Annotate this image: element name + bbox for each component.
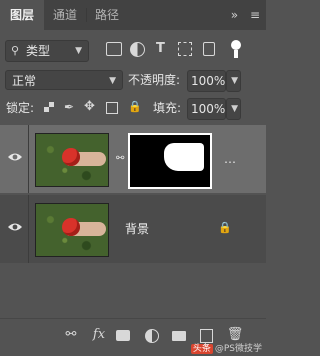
filter-row: ⚲ 类型 ▼ T — [0, 38, 266, 62]
shape-layer-filter-icon[interactable] — [178, 42, 192, 56]
layer-more-icon[interactable]: … — [224, 149, 236, 169]
opacity-input[interactable]: 100% — [187, 70, 226, 92]
tab-channels[interactable]: 通道 — [44, 0, 86, 30]
watermark-handle: @PS微技学 — [214, 344, 262, 354]
watermark: 头条 @PS微技学 — [190, 341, 262, 354]
new-group-icon[interactable] — [172, 331, 186, 341]
apple-image — [62, 218, 80, 236]
trash-icon[interactable]: 🗑 — [226, 327, 244, 342]
fill-input[interactable]: 100% — [187, 98, 226, 120]
layer-row-masked[interactable]: ⚯ … — [0, 125, 266, 193]
layers-panel: 图层 通道 路径 » ≡ ⚲ 类型 ▼ T 正常 ▼ 不透明度: 100% ▼ … — [0, 0, 266, 356]
chevron-down-icon: ▼ — [75, 46, 82, 56]
filter-toggle-stem — [234, 50, 238, 58]
visibility-eye-icon[interactable] — [7, 151, 23, 163]
opacity-dropdown-button[interactable]: ▼ — [226, 70, 241, 92]
chevron-down-icon: ▼ — [109, 76, 116, 86]
lock-row: 锁定: ✒ ✥ 🔒 填充: 100% ▼ — [0, 96, 266, 120]
add-mask-icon[interactable] — [116, 330, 130, 341]
pixel-layer-filter-icon[interactable] — [106, 42, 122, 56]
opacity-label: 不透明度: — [128, 73, 181, 87]
tab-layers[interactable]: 图层 — [0, 0, 44, 30]
opacity-value: 100% — [191, 74, 226, 88]
blend-mode-select[interactable]: 正常 ▼ — [5, 70, 123, 90]
fill-label: 填充: — [153, 101, 182, 115]
fill-value: 100% — [191, 102, 226, 116]
smart-object-filter-icon[interactable] — [203, 42, 215, 56]
layer-thumbnail[interactable] — [35, 203, 109, 257]
lock-position-icon[interactable]: ✥ — [84, 98, 95, 116]
lock-transparent-pixels-icon[interactable] — [44, 102, 54, 112]
mask-link-icon[interactable]: ⚯ — [116, 153, 124, 164]
adjustment-layer-filter-icon[interactable] — [130, 42, 145, 57]
filter-kind-select[interactable]: ⚲ 类型 ▼ — [5, 40, 89, 62]
mask-white-shape-wrist — [178, 161, 200, 171]
type-layer-filter-icon[interactable]: T — [156, 40, 165, 58]
layers-list: ⚯ … 背景 🔒 — [0, 122, 266, 318]
filter-toggle-icon[interactable] — [231, 40, 241, 50]
blend-row: 正常 ▼ 不透明度: 100% ▼ — [0, 68, 266, 92]
tabbar-controls: » ≡ — [223, 0, 260, 30]
prevent-auto-nesting-icon[interactable] — [106, 102, 118, 114]
blend-mode-value: 正常 — [12, 74, 37, 88]
adjustment-layer-icon[interactable] — [145, 329, 159, 343]
visibility-divider — [28, 195, 29, 263]
watermark-brand: 头条 — [190, 344, 213, 354]
fx-icon[interactable]: fx — [90, 327, 108, 342]
link-layers-icon[interactable]: ⚯ — [62, 327, 80, 342]
layer-name[interactable]: 背景 — [125, 219, 149, 239]
chevron-down-icon: ▼ — [231, 104, 238, 114]
tab-paths[interactable]: 路径 — [87, 0, 127, 30]
lock-all-icon[interactable]: 🔒 — [128, 98, 142, 116]
filter-kind-label: 类型 — [26, 44, 51, 58]
layer-mask-thumbnail[interactable] — [128, 133, 212, 189]
layer-lock-icon[interactable]: 🔒 — [218, 221, 232, 234]
layers-bottom-toolbar: ⚯ fx 🗑 头条 @PS微技学 — [0, 318, 266, 356]
lock-label: 锁定: — [6, 101, 35, 115]
collapse-icon[interactable]: » — [231, 8, 238, 22]
fill-dropdown-button[interactable]: ▼ — [226, 98, 241, 120]
search-icon: ⚲ — [11, 44, 20, 57]
chevron-down-icon: ▼ — [231, 76, 238, 86]
visibility-divider — [28, 125, 29, 193]
apple-image — [62, 148, 80, 166]
lock-image-pixels-icon[interactable]: ✒ — [64, 98, 74, 116]
layer-thumbnail[interactable] — [35, 133, 109, 187]
layer-row-background[interactable]: 背景 🔒 — [0, 195, 266, 263]
visibility-eye-icon[interactable] — [7, 221, 23, 233]
panel-tab-bar: 图层 通道 路径 » ≡ — [0, 0, 266, 30]
panel-menu-icon[interactable]: ≡ — [250, 8, 260, 22]
